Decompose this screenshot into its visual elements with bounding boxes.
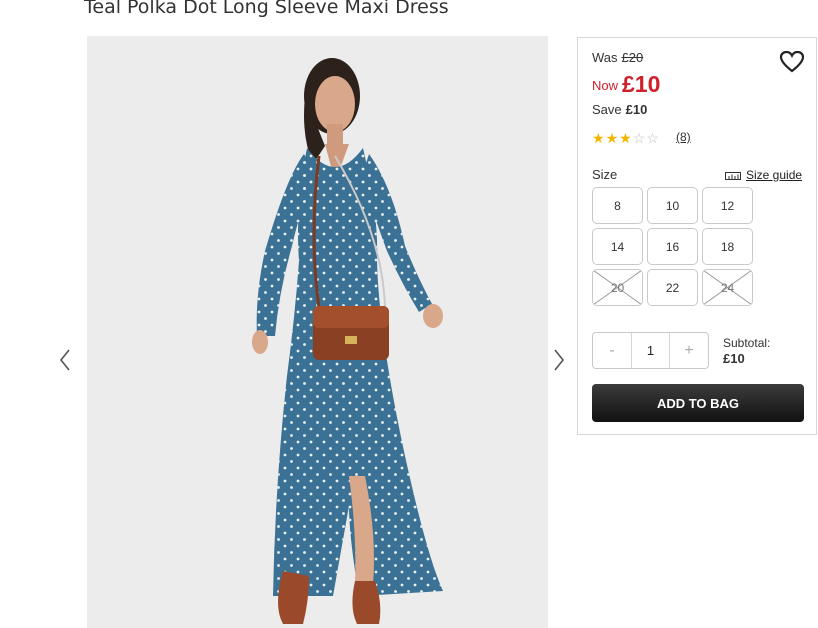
size-option-18[interactable]: 18	[702, 228, 753, 265]
reviews-link[interactable]: (8)	[676, 130, 691, 144]
now-price-row: Now £10	[592, 71, 660, 98]
wishlist-button[interactable]	[779, 50, 805, 74]
size-label: Size	[592, 167, 618, 182]
quantity-increase-button[interactable]: +	[670, 333, 708, 368]
size-option-label: 8	[614, 198, 621, 213]
add-to-bag-button[interactable]: ADD TO BAG	[592, 384, 804, 422]
purchase-panel: Was £20 Now £10 Save £10 ★★★☆☆ (8) Size Siz…	[577, 37, 817, 435]
size-option-label: 20	[610, 280, 625, 295]
now-price: £10	[622, 71, 661, 97]
size-option-label: 16	[665, 239, 680, 254]
was-label: Was	[592, 50, 618, 65]
heart-icon	[779, 50, 805, 73]
size-selector: 8 10 12 14 16 18 20 22 24	[592, 187, 755, 306]
size-guide-label: Size guide	[746, 168, 803, 182]
quantity-value[interactable]: 1	[631, 333, 670, 368]
size-option-label: 12	[720, 198, 735, 213]
quantity-decrease-button[interactable]: -	[593, 333, 631, 368]
subtotal-label: Subtotal:	[723, 336, 771, 350]
size-option-label: 14	[610, 239, 625, 254]
quantity-stepper: - 1 +	[592, 332, 709, 369]
star-filled-icon: ★	[605, 130, 620, 146]
size-option-16[interactable]: 16	[647, 228, 698, 265]
size-option-24: 24	[702, 269, 753, 306]
size-option-label: 18	[720, 239, 735, 254]
star-filled-icon: ★	[619, 130, 633, 146]
size-option-12[interactable]: 12	[702, 187, 753, 224]
size-option-label: 10	[665, 198, 680, 213]
subtotal: Subtotal: £10	[723, 335, 770, 367]
star-filled-icon: ★	[592, 130, 606, 146]
size-option-20: 20	[592, 269, 643, 306]
size-option-label: 24	[720, 280, 735, 295]
size-guide-link[interactable]: Size guide	[725, 168, 802, 184]
star-empty-icon: ☆	[646, 130, 660, 146]
prev-image-button[interactable]	[57, 346, 73, 374]
rating-stars: ★★★☆☆	[592, 130, 660, 146]
size-option-14[interactable]: 14	[592, 228, 643, 265]
product-image[interactable]	[87, 36, 548, 628]
save-row: Save £10	[592, 102, 647, 117]
product-title: Teal Polka Dot Long Sleeve Maxi Dress	[84, 0, 449, 18]
now-label: Now	[592, 78, 619, 93]
size-option-10[interactable]: 10	[647, 187, 698, 224]
chevron-left-icon	[59, 349, 70, 371]
size-option-22[interactable]: 22	[647, 269, 698, 306]
next-image-button[interactable]	[551, 346, 567, 374]
was-price-row: Was £20	[592, 50, 643, 65]
save-amount: £10	[625, 102, 648, 117]
chevron-right-icon	[554, 349, 565, 371]
size-option-label: 22	[665, 280, 680, 295]
was-price: £20	[621, 50, 644, 65]
size-option-8[interactable]: 8	[592, 187, 643, 224]
save-label: Save	[592, 102, 622, 117]
ruler-icon	[725, 170, 741, 184]
subtotal-amount: £10	[723, 351, 745, 366]
star-empty-icon: ☆	[632, 130, 647, 146]
